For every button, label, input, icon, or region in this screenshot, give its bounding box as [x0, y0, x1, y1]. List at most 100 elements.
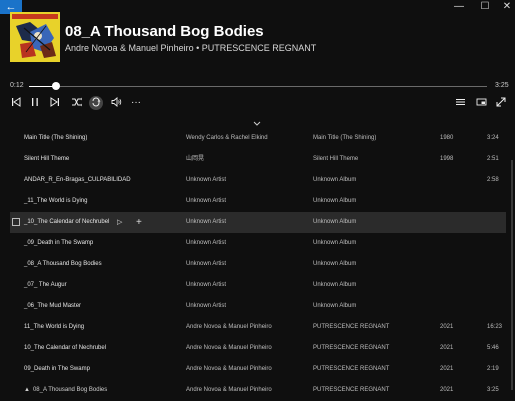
track-album[interactable]: Silent Hill Theme: [313, 149, 358, 170]
close-button[interactable]: ✕: [496, 0, 515, 14]
track-artist[interactable]: Unknown Artist: [186, 233, 226, 254]
track-artist[interactable]: Unknown Artist: [186, 191, 226, 212]
next-button[interactable]: [48, 96, 62, 110]
row-checkbox[interactable]: [12, 218, 20, 226]
track-artist[interactable]: Unknown Artist: [186, 275, 226, 296]
track-duration: 2:58: [487, 177, 499, 183]
track-row[interactable]: Silent Hill Theme 山岡晃 Silent Hill Theme 199…: [10, 149, 506, 170]
track-duration: 2:19: [487, 366, 499, 372]
track-artist[interactable]: Unknown Artist: [186, 212, 226, 233]
track-album[interactable]: Unknown Album: [313, 212, 356, 233]
track-artist[interactable]: Andre Novoa & Manuel Pinheiro: [186, 317, 272, 338]
track-artist[interactable]: Wendy Carlos & Rachel Elkind: [186, 128, 268, 149]
scrollbar[interactable]: [511, 160, 513, 390]
track-title: 11_The World is Dying: [24, 324, 85, 330]
maximize-button[interactable]: ☐: [474, 0, 496, 14]
fullscreen-icon: [496, 97, 506, 107]
collapse-chevron-icon[interactable]: [253, 121, 261, 128]
track-row[interactable]: 09_Death in The Swamp Andre Novoa & Manue…: [10, 359, 506, 380]
track-artist[interactable]: Unknown Artist: [186, 254, 226, 275]
track-artist[interactable]: Andre Novoa & Manuel Pinheiro: [186, 380, 272, 401]
track-album[interactable]: PUTRESCENCE REGNANT: [313, 317, 389, 338]
track-year: 1998: [440, 156, 454, 162]
track-row[interactable]: 11_The World is Dying Andre Novoa & Manue…: [10, 317, 506, 338]
track-title: _06_The Mud Master: [24, 303, 82, 309]
track-album[interactable]: Unknown Album: [313, 233, 356, 254]
previous-button[interactable]: [9, 96, 23, 110]
repeat-button[interactable]: [89, 96, 103, 110]
track-year: 2021: [440, 366, 454, 372]
track-album[interactable]: Unknown Album: [313, 170, 356, 191]
elapsed-time: 0:12: [10, 82, 24, 89]
track-list: Main Title (The Shining) Wendy Carlos & R…: [10, 128, 506, 401]
now-playing-title: 08_A Thousand Bog Bodies: [65, 23, 264, 40]
track-title: 10_The Calendar of Nechrubel: [24, 345, 107, 351]
track-artist[interactable]: Andre Novoa & Manuel Pinheiro: [186, 338, 272, 359]
minimize-button[interactable]: —: [448, 0, 470, 14]
track-album[interactable]: PUTRESCENCE REGNANT: [313, 359, 389, 380]
pause-icon: [32, 98, 38, 106]
track-album[interactable]: PUTRESCENCE REGNANT: [313, 338, 389, 359]
track-row[interactable]: ▲ 08_A Thousand Bog Bodies Andre Novoa & M…: [10, 380, 506, 401]
pause-button[interactable]: [28, 96, 42, 110]
shuffle-button[interactable]: [69, 96, 83, 110]
now-playing-subtitle[interactable]: Andre Novoa & Manuel Pinheiro • PUTRESCE…: [65, 43, 316, 53]
shuffle-icon: [71, 97, 82, 107]
track-artist[interactable]: Unknown Artist: [186, 296, 226, 317]
miniplayer-button[interactable]: [474, 96, 488, 110]
album-art: [10, 12, 60, 62]
track-duration: 3:24: [487, 135, 499, 141]
volume-button[interactable]: [109, 96, 123, 110]
album-art-image: [10, 12, 60, 62]
track-duration: 16:23: [487, 324, 503, 330]
row-play-icon[interactable]: ▷: [117, 212, 122, 233]
miniplayer-icon: [476, 98, 486, 106]
track-duration: 5:46: [487, 345, 499, 351]
track-title: _07_ The Augur: [24, 282, 67, 288]
now-playing-indicator-icon: ▲: [24, 387, 30, 393]
track-year: 2021: [440, 387, 454, 393]
seek-bar-thumb[interactable]: [52, 82, 61, 90]
track-album[interactable]: Unknown Album: [313, 254, 356, 275]
track-row[interactable]: _11_The World is Dying Unknown Artist Unkn…: [10, 191, 506, 212]
track-year: 1980: [440, 135, 454, 141]
track-duration: 2:51: [487, 156, 499, 162]
repeat-icon: [92, 97, 101, 107]
track-album[interactable]: Unknown Album: [313, 275, 356, 296]
track-title: _11_The World is Dying: [24, 198, 88, 204]
track-title: Silent Hill Theme: [24, 156, 70, 162]
track-row[interactable]: ▷ + _10_The Calendar of Nechrubel Unknown A…: [10, 212, 506, 233]
track-row[interactable]: _06_The Mud Master Unknown Artist Unknown …: [10, 296, 506, 317]
track-artist[interactable]: 山岡晃: [186, 149, 204, 170]
track-title: _10_The Calendar of Nechrubel: [24, 219, 110, 225]
track-album[interactable]: Unknown Album: [313, 191, 356, 212]
more-options-button[interactable]: ···: [129, 96, 143, 110]
track-title: _09_Death in The Swamp: [24, 240, 94, 246]
volume-icon: [111, 97, 121, 107]
track-album[interactable]: PUTRESCENCE REGNANT: [313, 380, 389, 401]
row-add-icon[interactable]: +: [136, 212, 142, 233]
track-row[interactable]: _08_A Thousand Bog Bodies Unknown Artist U…: [10, 254, 506, 275]
track-album[interactable]: Main Title (The Shining): [313, 128, 376, 149]
queue-button[interactable]: [453, 96, 467, 110]
track-artist[interactable]: Andre Novoa & Manuel Pinheiro: [186, 359, 272, 380]
fullscreen-button[interactable]: [494, 96, 508, 110]
track-album[interactable]: Unknown Album: [313, 296, 356, 317]
seek-bar[interactable]: [29, 82, 487, 90]
track-title: _08_A Thousand Bog Bodies: [24, 261, 102, 267]
track-title: ANDAR_R_En-Bragas_CULPABILIDAD: [24, 177, 131, 183]
track-year: 2021: [440, 345, 454, 351]
track-title-text: 08_A Thousand Bog Bodies: [32, 387, 108, 393]
track-title: Main Title (The Shining): [24, 135, 88, 141]
track-year: 2021: [440, 324, 454, 330]
track-row[interactable]: _07_ The Augur Unknown Artist Unknown Albu…: [10, 275, 506, 296]
track-artist[interactable]: Unknown Artist: [186, 170, 226, 191]
track-row[interactable]: Main Title (The Shining) Wendy Carlos & R…: [10, 128, 506, 149]
track-title: ▲ 08_A Thousand Bog Bodies: [24, 380, 107, 401]
track-duration: 3:25: [487, 387, 499, 393]
track-row[interactable]: 10_The Calendar of Nechrubel Andre Novoa …: [10, 338, 506, 359]
title-bar: ← — ☐ ✕: [0, 0, 515, 14]
track-row[interactable]: _09_Death in The Swamp Unknown Artist Unkn…: [10, 233, 506, 254]
track-row[interactable]: ANDAR_R_En-Bragas_CULPABILIDAD Unknown Ar…: [10, 170, 506, 191]
queue-icon: [455, 99, 465, 105]
